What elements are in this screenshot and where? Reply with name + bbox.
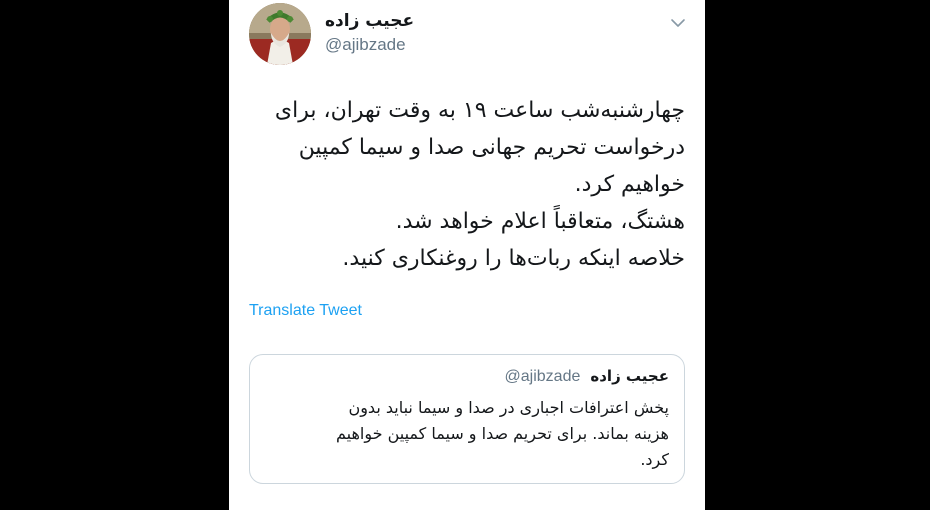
profile-photo-icon xyxy=(249,3,311,65)
avatar[interactable] xyxy=(249,3,311,65)
tweet-text-line: خواهیم کرد. xyxy=(574,172,685,197)
quoted-tweet-text: پخش اعترافات اجباری در صدا و سیما نباید … xyxy=(264,395,669,473)
tweet-text-line: درخواست تحریم جهانی صدا و سیما کمپین xyxy=(298,135,685,160)
quoted-tweet-header: عجیب زاده @ajibzade xyxy=(250,367,669,386)
author-handle[interactable]: @ajibzade xyxy=(325,33,625,57)
translate-tweet-link[interactable]: Translate Tweet xyxy=(249,302,362,320)
screenshot-frame: عجیب زاده @ajibzade چهارشنبه‌شب ساعت ۱۹ … xyxy=(0,0,930,510)
chevron-down-icon[interactable] xyxy=(669,14,687,32)
quoted-author-handle: @ajibzade xyxy=(504,368,581,385)
tweet-text-line: چهارشنبه‌شب ساعت ۱۹ به وقت تهران، برای xyxy=(274,98,685,123)
tweet-card: عجیب زاده @ajibzade چهارشنبه‌شب ساعت ۱۹ … xyxy=(229,0,705,510)
quoted-text-line: پخش اعترافات اجباری در صدا و سیما نباید … xyxy=(348,398,669,417)
quoted-text-line: کرد. xyxy=(640,450,669,469)
tweet-text: چهارشنبه‌شب ساعت ۱۹ به وقت تهران، برای د… xyxy=(249,92,685,277)
quoted-tweet[interactable]: عجیب زاده @ajibzade پخش اعترافات اجباری … xyxy=(249,354,685,484)
quoted-author-name: عجیب زاده xyxy=(590,367,669,385)
quoted-text-line: هزینه بماند. برای تحریم صدا و سیما کمپین… xyxy=(335,424,669,443)
tweet-text-line: خلاصه اینکه ربات‌ها را روغنکاری کنید. xyxy=(342,246,685,271)
tweet-author: عجیب زاده @ajibzade xyxy=(325,10,625,57)
tweet-text-line: هشتگ، متعاقباً اعلام خواهد شد. xyxy=(395,209,685,234)
author-display-name[interactable]: عجیب زاده xyxy=(325,10,625,32)
